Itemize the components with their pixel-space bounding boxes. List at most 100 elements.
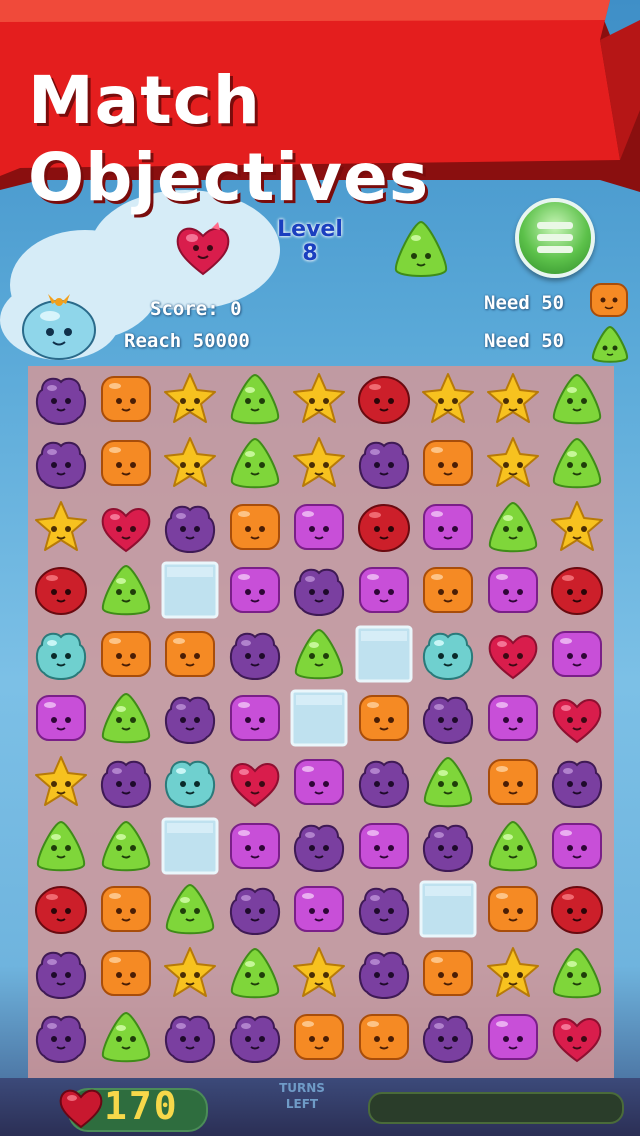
pause-menu-button[interactable] [515, 198, 595, 278]
green-triangle-piece[interactable] [97, 817, 155, 875]
red-heart-piece[interactable] [548, 689, 606, 747]
magenta-square-piece[interactable] [419, 498, 477, 556]
level-number: 8 [302, 241, 318, 266]
orange-square-piece[interactable] [161, 625, 219, 683]
ice-tile [355, 625, 413, 683]
green-triangle-piece[interactable] [548, 434, 606, 492]
orange-square-piece[interactable] [97, 625, 155, 683]
magenta-square-piece[interactable] [548, 817, 606, 875]
magenta-square-piece[interactable] [290, 498, 348, 556]
orange-square-piece[interactable] [97, 370, 155, 428]
purple-cloud-piece[interactable] [32, 1008, 90, 1066]
game-board [28, 366, 614, 1078]
orange-square-piece[interactable] [290, 1008, 348, 1066]
yellow-star-piece[interactable] [161, 370, 219, 428]
yellow-star-piece[interactable] [161, 434, 219, 492]
yellow-star-piece[interactable] [484, 434, 542, 492]
yellow-star-piece[interactable] [290, 944, 348, 1002]
turns-left-label: TURNS LEFT [279, 1081, 325, 1111]
purple-cloud-piece[interactable] [226, 625, 284, 683]
red-blob-piece[interactable] [355, 498, 413, 556]
orange-square-piece[interactable] [484, 753, 542, 811]
orange-square-piece[interactable] [419, 561, 477, 619]
green-triangle-piece[interactable] [161, 880, 219, 938]
green-triangle-piece[interactable] [97, 561, 155, 619]
green-triangle-piece[interactable] [484, 498, 542, 556]
purple-cloud-piece[interactable] [290, 817, 348, 875]
purple-cloud-piece[interactable] [290, 561, 348, 619]
purple-cloud-piece[interactable] [355, 753, 413, 811]
magenta-square-piece[interactable] [226, 561, 284, 619]
purple-cloud-piece[interactable] [419, 689, 477, 747]
purple-cloud-piece[interactable] [355, 944, 413, 1002]
purple-cloud-piece[interactable] [161, 689, 219, 747]
orange-square-piece[interactable] [419, 944, 477, 1002]
purple-cloud-piece[interactable] [226, 1008, 284, 1066]
green-triangle-piece[interactable] [419, 753, 477, 811]
purple-cloud-piece[interactable] [32, 944, 90, 1002]
magenta-square-piece[interactable] [290, 753, 348, 811]
yellow-star-piece[interactable] [548, 498, 606, 556]
red-heart-piece[interactable] [97, 498, 155, 556]
magenta-square-piece[interactable] [355, 817, 413, 875]
purple-cloud-piece[interactable] [32, 370, 90, 428]
red-heart-piece[interactable] [484, 625, 542, 683]
yellow-star-piece[interactable] [484, 370, 542, 428]
magenta-square-piece[interactable] [290, 880, 348, 938]
green-triangle-piece[interactable] [226, 434, 284, 492]
teal-cloud-piece[interactable] [419, 625, 477, 683]
teal-cloud-piece[interactable] [32, 625, 90, 683]
purple-cloud-piece[interactable] [226, 880, 284, 938]
green-triangle-piece[interactable] [226, 944, 284, 1002]
magenta-square-piece[interactable] [484, 561, 542, 619]
orange-square-piece[interactable] [355, 1008, 413, 1066]
magenta-square-piece[interactable] [32, 689, 90, 747]
magenta-square-piece[interactable] [226, 817, 284, 875]
purple-cloud-piece[interactable] [161, 498, 219, 556]
green-triangle-piece[interactable] [97, 689, 155, 747]
orange-square-piece[interactable] [419, 434, 477, 492]
teal-cloud-piece[interactable] [161, 753, 219, 811]
purple-cloud-piece[interactable] [419, 1008, 477, 1066]
magenta-square-piece[interactable] [484, 1008, 542, 1066]
yellow-star-piece[interactable] [32, 498, 90, 556]
magenta-square-piece[interactable] [226, 689, 284, 747]
purple-cloud-piece[interactable] [355, 434, 413, 492]
purple-cloud-piece[interactable] [548, 753, 606, 811]
red-blob-piece[interactable] [548, 880, 606, 938]
objectives-banner: Match Objectives [0, 0, 640, 216]
purple-cloud-piece[interactable] [355, 880, 413, 938]
orange-square-piece[interactable] [484, 880, 542, 938]
red-blob-piece[interactable] [548, 561, 606, 619]
green-triangle-piece[interactable] [484, 817, 542, 875]
purple-cloud-piece[interactable] [161, 1008, 219, 1066]
green-triangle-piece[interactable] [226, 370, 284, 428]
red-blob-piece[interactable] [355, 370, 413, 428]
green-triangle-piece[interactable] [97, 1008, 155, 1066]
green-triangle-piece[interactable] [548, 370, 606, 428]
yellow-star-piece[interactable] [32, 753, 90, 811]
yellow-star-piece[interactable] [290, 434, 348, 492]
orange-square-piece[interactable] [97, 434, 155, 492]
purple-cloud-piece[interactable] [97, 753, 155, 811]
purple-cloud-piece[interactable] [32, 434, 90, 492]
orange-square-piece[interactable] [355, 689, 413, 747]
yellow-star-piece[interactable] [290, 370, 348, 428]
green-triangle-piece[interactable] [32, 817, 90, 875]
green-triangle-piece[interactable] [290, 625, 348, 683]
orange-square-piece[interactable] [97, 944, 155, 1002]
purple-cloud-piece[interactable] [419, 817, 477, 875]
red-heart-piece[interactable] [548, 1008, 606, 1066]
yellow-star-piece[interactable] [419, 370, 477, 428]
magenta-square-piece[interactable] [355, 561, 413, 619]
red-blob-piece[interactable] [32, 561, 90, 619]
red-blob-piece[interactable] [32, 880, 90, 938]
magenta-square-piece[interactable] [548, 625, 606, 683]
red-heart-piece[interactable] [226, 753, 284, 811]
green-triangle-piece[interactable] [548, 944, 606, 1002]
yellow-star-piece[interactable] [161, 944, 219, 1002]
orange-square-piece[interactable] [97, 880, 155, 938]
orange-square-piece[interactable] [226, 498, 284, 556]
yellow-star-piece[interactable] [484, 944, 542, 1002]
magenta-square-piece[interactable] [484, 689, 542, 747]
